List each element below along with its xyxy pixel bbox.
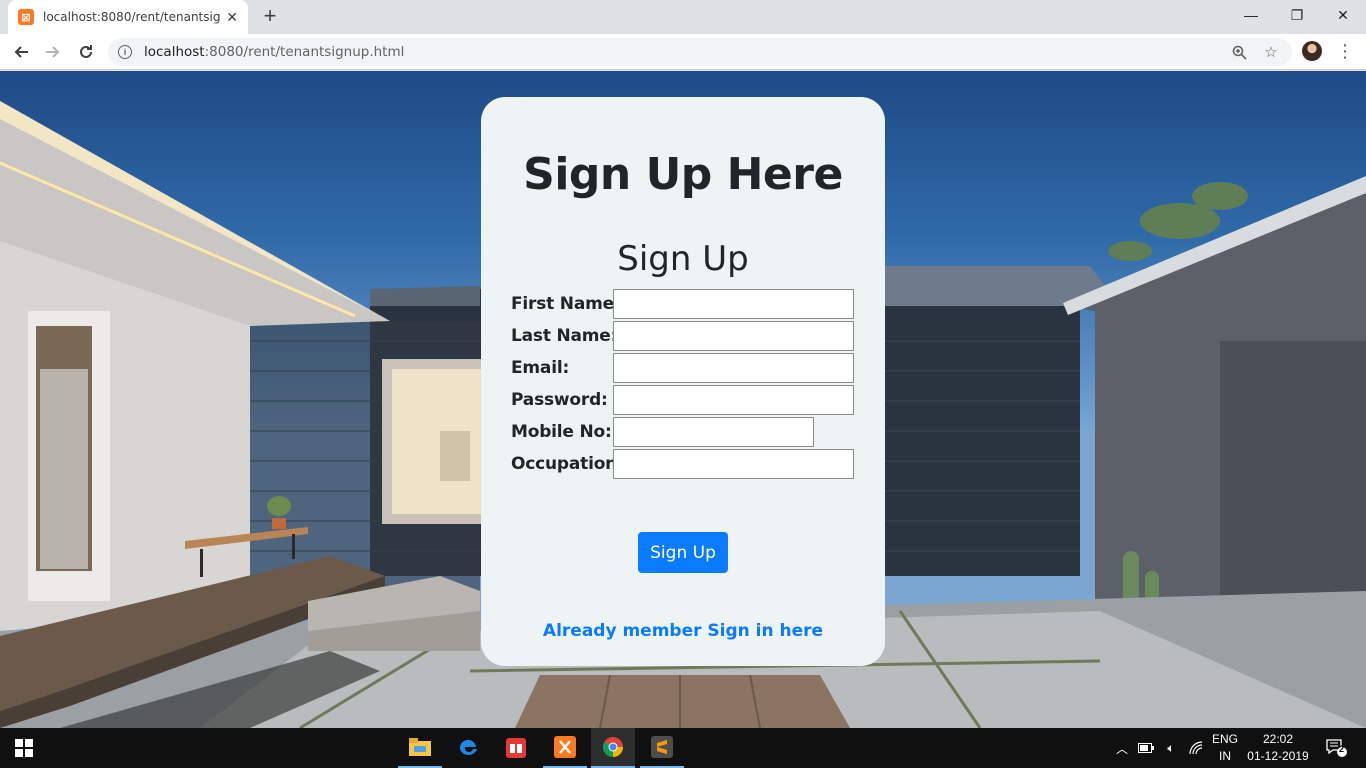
reload-button[interactable]: [72, 38, 100, 66]
mobile-row: Mobile No:: [511, 417, 814, 447]
last-name-input[interactable]: [613, 321, 854, 351]
signup-card: Sign Up Here Sign Up First Name: Last Na…: [481, 97, 885, 666]
browser-tab[interactable]: ⊠ localhost:8080/rent/tenantsignup.html …: [8, 0, 248, 34]
email-label: Email:: [511, 358, 570, 378]
address-bar[interactable]: i localhost:8080/rent/tenantsignup.html …: [108, 38, 1292, 66]
wifi-icon[interactable]: [1186, 728, 1206, 768]
occupation-input[interactable]: [613, 449, 854, 479]
clock-date: 01-12-2019: [1247, 749, 1309, 763]
form-title: Sign Up: [617, 239, 749, 279]
browser-menu-icon[interactable]: ⋮: [1336, 40, 1354, 64]
windows-taskbar: ︿ 🔈︎ ENG IN 22:02 01-12-2019 2: [0, 728, 1366, 768]
language-code: ENG: [1211, 732, 1238, 746]
site-info-icon[interactable]: i: [118, 45, 132, 59]
edge-icon[interactable]: [446, 728, 490, 768]
close-tab-icon[interactable]: ✕: [226, 9, 238, 26]
restore-button[interactable]: ❐: [1274, 0, 1320, 30]
xampp-favicon-icon: ⊠: [18, 9, 34, 25]
close-window-button[interactable]: ✕: [1320, 0, 1366, 30]
browser-tab-strip: ⊠ localhost:8080/rent/tenantsignup.html …: [0, 0, 1366, 34]
first-name-row: First Name:: [511, 289, 854, 319]
show-hidden-icons-icon[interactable]: ︿: [1112, 728, 1132, 768]
occupation-row: Occupation:: [511, 449, 854, 479]
reload-icon: [80, 45, 92, 58]
email-input[interactable]: [613, 353, 854, 383]
first-name-label: First Name:: [511, 294, 621, 314]
profile-avatar[interactable]: [1302, 41, 1322, 61]
mobile-label: Mobile No:: [511, 422, 612, 442]
signin-link[interactable]: Already member Sign in here: [481, 621, 885, 641]
file-explorer-icon[interactable]: [398, 728, 442, 768]
last-name-row: Last Name:: [511, 321, 854, 351]
minimize-button[interactable]: —: [1228, 0, 1274, 30]
forward-arrow-icon: [46, 46, 60, 58]
volume-icon[interactable]: 🔈︎: [1160, 728, 1182, 768]
language-indicator[interactable]: ENG IN: [1208, 731, 1242, 765]
back-button[interactable]: [7, 38, 35, 66]
url-text: localhost:8080/rent/tenantsignup.html: [144, 44, 405, 60]
tab-title: localhost:8080/rent/tenantsignup.html: [43, 10, 221, 24]
start-button[interactable]: [0, 728, 48, 768]
forward-button[interactable]: [39, 38, 67, 66]
page-viewport: Sign Up Here Sign Up First Name: Last Na…: [0, 71, 1366, 728]
region-code: IN: [1219, 749, 1231, 763]
battery-icon[interactable]: [1136, 728, 1156, 768]
last-name-label: Last Name:: [511, 326, 618, 346]
clock-time: 22:02: [1262, 732, 1294, 746]
back-arrow-icon: [14, 46, 28, 58]
new-tab-button[interactable]: +: [258, 5, 282, 29]
page-heading: Sign Up Here: [523, 149, 843, 200]
password-label: Password:: [511, 390, 608, 410]
zoom-icon[interactable]: [1228, 42, 1250, 62]
xampp-icon[interactable]: [543, 728, 587, 768]
sublime-icon[interactable]: [640, 728, 684, 768]
first-name-input[interactable]: [613, 289, 854, 319]
signup-button[interactable]: Sign Up: [638, 532, 728, 573]
notification-center-button[interactable]: 2: [1318, 728, 1354, 768]
notification-count: 2: [1339, 744, 1345, 754]
occupation-label: Occupation:: [511, 454, 624, 474]
windows-logo-icon: [15, 739, 33, 757]
mobile-input[interactable]: [613, 417, 814, 447]
password-input[interactable]: [613, 385, 854, 415]
bookmark-star-icon[interactable]: ☆: [1260, 42, 1282, 62]
chrome-icon[interactable]: [591, 728, 635, 768]
email-row: Email:: [511, 353, 854, 383]
browser-toolbar: i localhost:8080/rent/tenantsignup.html …: [0, 34, 1366, 70]
reader-icon[interactable]: [494, 728, 538, 768]
system-clock[interactable]: 22:02 01-12-2019: [1242, 731, 1314, 765]
password-row: Password:: [511, 385, 854, 415]
